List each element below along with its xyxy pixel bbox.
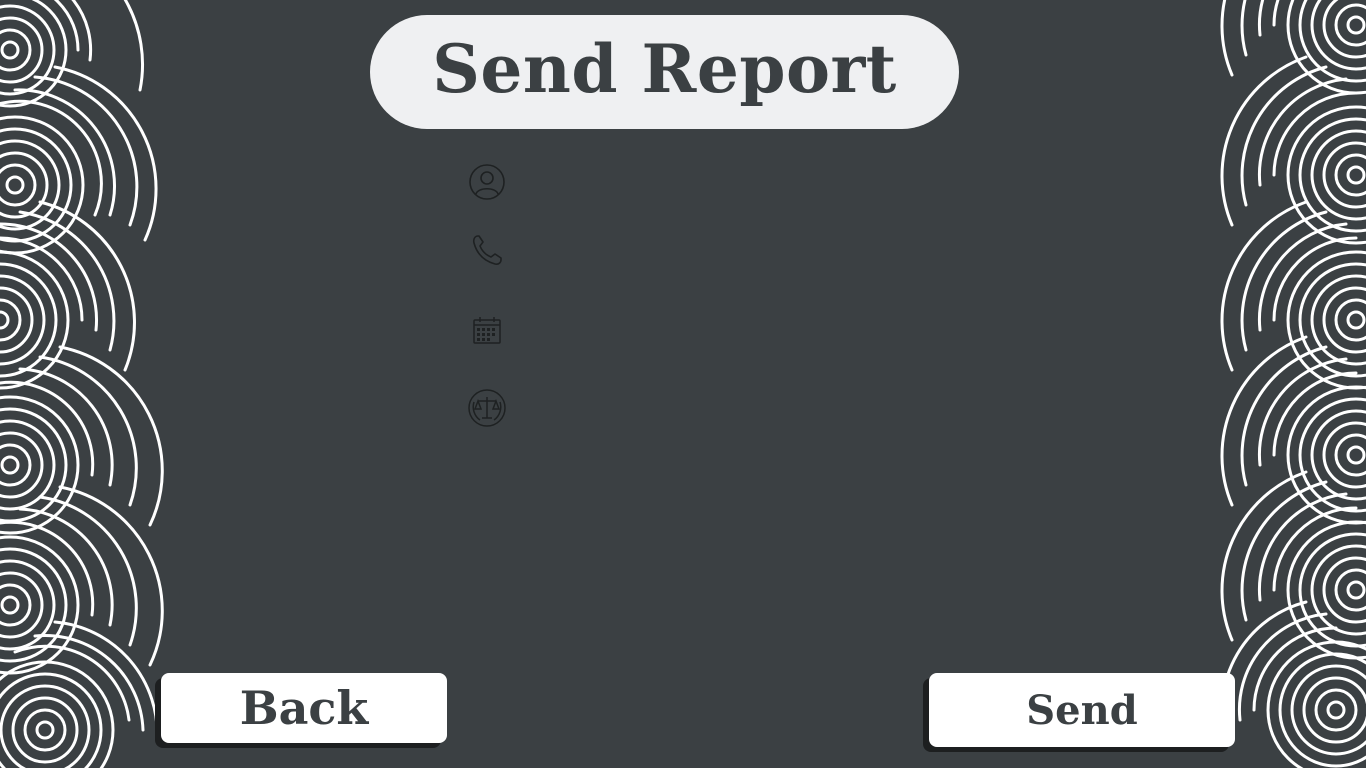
calendar-icon (473, 317, 501, 344)
user-circle-icon (469, 164, 505, 200)
phone-field[interactable] (467, 230, 507, 270)
title-pill: Send Report (370, 15, 959, 129)
phone-icon (472, 235, 502, 265)
send-button[interactable]: Send (929, 673, 1235, 747)
send-report-screen: Send Report Back Send (0, 0, 1366, 768)
name-field[interactable] (467, 162, 507, 202)
back-button[interactable]: Back (161, 673, 447, 743)
fingerprint-decoration-left (0, 0, 164, 768)
date-field[interactable] (467, 310, 507, 350)
fingerprint-decoration-right (1220, 0, 1366, 768)
scales-of-justice-icon (468, 389, 506, 427)
page-title: Send Report (432, 30, 897, 108)
legal-field[interactable] (467, 388, 507, 428)
